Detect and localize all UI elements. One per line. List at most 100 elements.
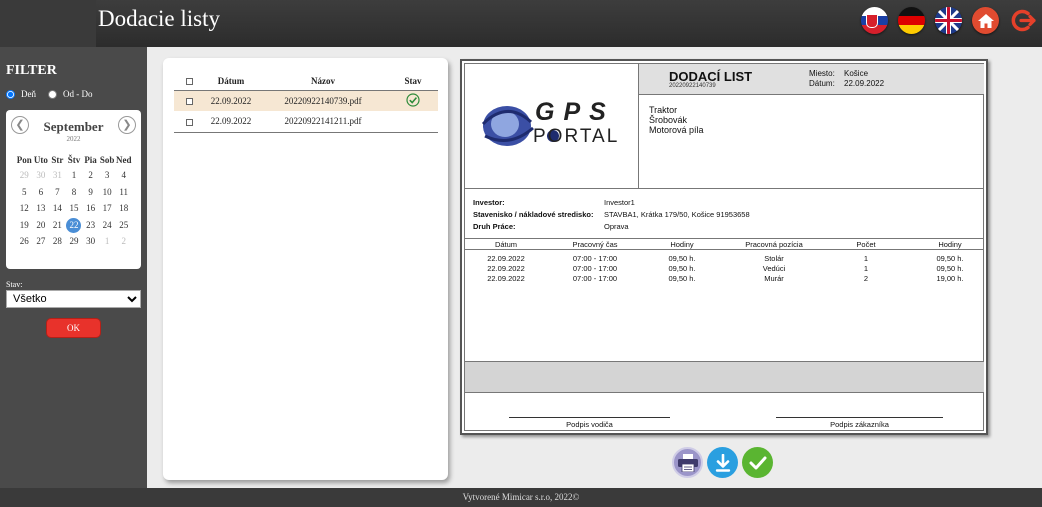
calendar-day[interactable]: 29 [66,233,83,250]
radio-day[interactable] [6,89,15,99]
calendar-day[interactable]: 13 [33,200,50,217]
calendar-day[interactable]: 2 [82,167,99,184]
calendar-day[interactable]: 17 [99,200,116,217]
calendar-day[interactable]: 10 [99,184,116,201]
work-table-header: Dátum [494,240,518,249]
delivery-note: GPS PORTAL DODACÍ LIST 20220922140739 Mi… [464,63,984,431]
calendar-year: 2022 [66,135,81,143]
calendar-day[interactable]: 12 [16,200,33,217]
work-table-cell: 09,50 h. [936,264,964,273]
work-table-header: Počet [856,240,876,249]
calendar-day[interactable]: 3 [99,167,116,184]
calendar-day[interactable]: 19 [16,217,33,234]
calendar-day[interactable]: 6 [33,184,50,201]
calendar-weekday: Pon [16,155,32,165]
calendar-day[interactable]: 21 [49,217,66,234]
flag-sk-icon[interactable] [861,7,888,34]
page-title: Dodacie listy [98,6,220,31]
calendar-day[interactable]: 8 [66,184,83,201]
list-item: Šrobovák [649,115,688,125]
table-header-line [465,249,984,250]
select-all-checkbox[interactable] [185,78,193,86]
print-button[interactable] [672,447,703,478]
place-value: Košice [844,69,869,78]
calendar-day[interactable]: 23 [82,217,99,234]
table-top-line [465,238,984,239]
calendar-weekday: Str [51,155,64,165]
work-table-cell: 19,00 h. [936,274,964,283]
calendar-day[interactable]: 7 [49,184,66,201]
customer-signature-label: Podpis zákazníka [830,420,889,429]
calendar-day[interactable]: 1 [99,233,116,250]
site-value: STAVBA1, Krátka 179/50, Košice 91953658 [604,210,750,219]
calendar-weekday: Pia [84,155,97,165]
calendar-day[interactable]: 14 [49,200,66,217]
stav-select[interactable]: Všetko [6,290,141,308]
row-checkbox-cell [174,90,204,111]
calendar-day[interactable]: 31 [49,167,66,184]
calendar-day[interactable]: 28 [49,233,66,250]
calendar-day[interactable]: 26 [16,233,33,250]
select-all-cell [174,72,204,91]
download-button[interactable] [707,447,738,478]
calendar-day[interactable]: 5 [16,184,33,201]
calendar-grid: Pon Uto Str Štv Pia Sob Ned 29 30 31 1 2 3 4 5 6 7 8 9 10 11… [16,153,132,250]
table-row[interactable]: 22.09.2022 20220922141211.pdf [174,111,438,133]
confirm-button[interactable] [742,447,773,478]
row-filename[interactable]: 20220922141211.pdf [258,111,388,133]
date-value: 22.09.2022 [844,79,885,88]
calendar-day-selected[interactable]: 22 [66,217,83,234]
home-icon[interactable] [972,7,999,34]
work-table-cell: Vedúci [762,264,786,273]
row-status [388,90,438,111]
row-checkbox[interactable] [185,98,193,106]
work-table-cell: 2 [863,274,869,283]
list-item: Motorová píla [649,125,704,135]
gps-portal-logo: GPS PORTAL [465,64,639,189]
calendar-day[interactable]: 2 [115,233,132,250]
calendar-day[interactable]: 30 [33,167,50,184]
calendar-day[interactable]: 24 [99,217,116,234]
calendar-day[interactable]: 25 [115,217,132,234]
date-label: Dátum: [809,79,835,88]
check-icon [406,93,420,107]
calendar-day[interactable]: 16 [82,200,99,217]
filter-sidebar: FILTER Deň Od - Do ❮ September 2022 ❯ Po… [0,47,147,488]
calendar: ❮ September 2022 ❯ Pon Uto Str Štv Pia Sob Ned… [6,110,141,269]
work-table-cell: 07:00 - 17:00 [572,264,618,273]
work-table-header: Pracovný čas [572,240,618,249]
work-table-cell: 09,50 h. [936,254,964,263]
ok-button[interactable]: OK [46,318,101,338]
calendar-day[interactable]: 20 [33,217,50,234]
calendar-weekday: Štv [67,155,81,165]
calendar-day[interactable]: 30 [82,233,99,250]
document-title: DODACÍ LIST [669,69,753,84]
radio-range[interactable] [48,89,57,99]
date-mode-radios: Deň Od - Do [6,89,101,99]
flag-uk-icon[interactable] [935,7,962,34]
calendar-day[interactable]: 9 [82,184,99,201]
filter-title: FILTER [6,63,57,78]
calendar-day[interactable]: 4 [115,167,132,184]
work-table-cell: 07:00 - 17:00 [572,274,618,283]
footer: Vytvorené Mimicar s.r.o, 2022© [0,488,1042,507]
work-table-cell: 22.09.2022 [487,254,525,263]
document-preview: GPS PORTAL DODACÍ LIST 20220922140739 Mi… [460,59,988,435]
print-icon [677,453,698,472]
logout-icon[interactable] [1009,7,1036,34]
calendar-day[interactable]: 1 [66,167,83,184]
row-checkbox[interactable] [185,118,193,126]
stav-label: Stav: [6,280,23,289]
calendar-day[interactable]: 11 [115,184,132,201]
calendar-day[interactable]: 15 [66,200,83,217]
table-row[interactable]: 22.09.2022 20220922140739.pdf [174,90,438,111]
calendar-day[interactable]: 29 [16,167,33,184]
calendar-next-icon[interactable]: ❯ [118,116,136,134]
calendar-day[interactable]: 18 [115,200,132,217]
work-table-cell: Murár [764,274,784,283]
flag-de-icon[interactable] [898,7,925,34]
row-checkbox-cell [174,111,204,133]
calendar-day[interactable]: 27 [33,233,50,250]
row-date: 22.09.2022 [204,90,258,111]
row-filename[interactable]: 20220922140739.pdf [258,90,388,111]
